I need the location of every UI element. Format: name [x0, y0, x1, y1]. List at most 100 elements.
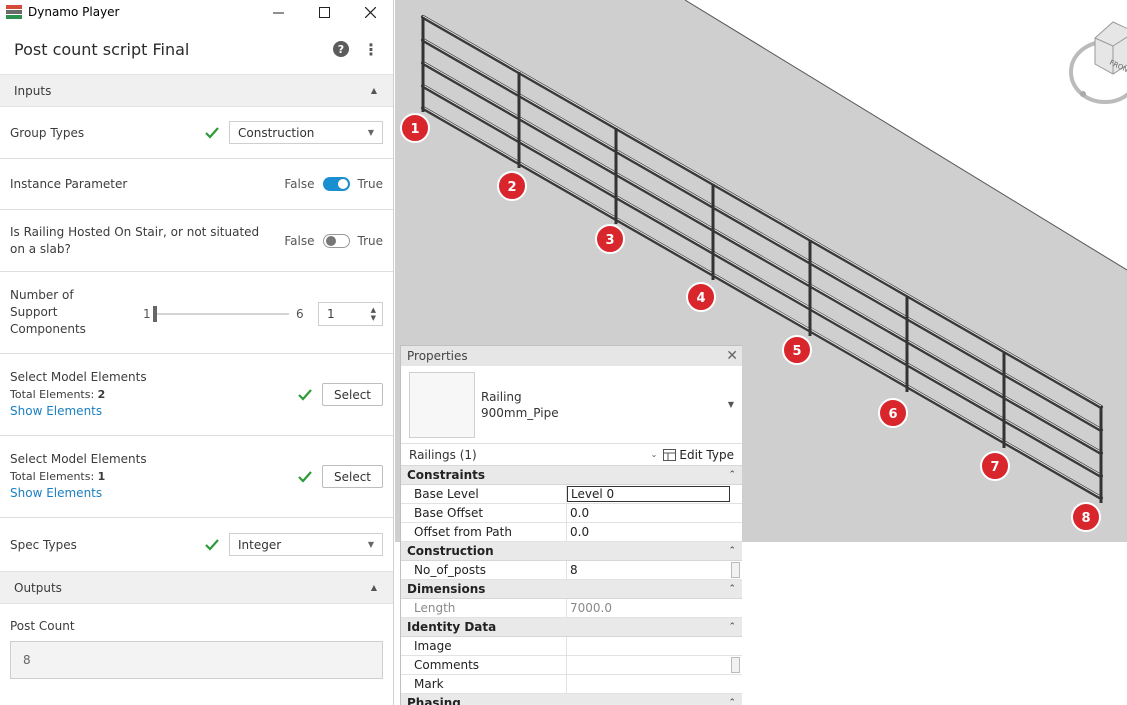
property-row: No_of_posts 8	[401, 561, 742, 580]
help-icon[interactable]: ?	[333, 41, 349, 57]
group-types-value: Construction	[238, 125, 315, 140]
group-label: Phasing	[407, 696, 461, 705]
check-icon	[298, 388, 312, 401]
maximize-icon	[318, 6, 330, 18]
true-label: True	[357, 233, 384, 248]
show-elements-link[interactable]: Show Elements	[10, 403, 147, 420]
viewcube[interactable]: FRONT	[1069, 21, 1127, 104]
comments-field[interactable]	[567, 656, 742, 674]
post-marker: 6	[878, 398, 908, 428]
inputs-label: Inputs	[14, 83, 52, 98]
offset-path-field[interactable]: 0.0	[567, 523, 742, 541]
property-row: Base Level Level 0	[401, 485, 742, 504]
select-button[interactable]: Select	[322, 383, 383, 406]
property-name: Image	[401, 637, 567, 655]
post-marker: 7	[980, 451, 1010, 481]
player-titlebar: Dynamo Player	[0, 0, 393, 24]
edit-type-label: Edit Type	[679, 447, 734, 462]
slider-track[interactable]	[154, 313, 289, 315]
group-identity-data[interactable]: Identity Data ⌃	[401, 618, 742, 637]
group-phasing[interactable]: Phasing ⌃	[401, 694, 742, 705]
property-row: Offset from Path 0.0	[401, 523, 742, 542]
mark-field[interactable]	[567, 675, 742, 693]
type-name: 900mm_Pipe	[481, 405, 559, 420]
field-browse-button[interactable]	[731, 562, 740, 578]
close-icon[interactable]: ✕	[726, 348, 738, 364]
window-title: Dynamo Player	[28, 5, 120, 19]
inputs-section-header[interactable]: Inputs ▲	[0, 74, 393, 107]
collapse-caret-icon: ▲	[370, 86, 377, 95]
spec-types-row: Spec Types Integer ▼	[0, 518, 393, 571]
post-marker: 4	[686, 282, 716, 312]
property-row: Base Offset 0.0	[401, 504, 742, 523]
instance-parameter-toggle[interactable]	[322, 177, 350, 191]
support-components-stepper[interactable]: 1 ▲ ▼	[318, 302, 383, 326]
instance-parameter-label: Instance Parameter	[10, 177, 128, 191]
property-row: Image	[401, 637, 742, 656]
stepper-up-icon[interactable]: ▲	[371, 306, 376, 314]
hosted-on-stair-label: Is Railing Hosted On Stair, or not situa…	[10, 224, 260, 256]
group-types-dropdown[interactable]: Construction ▼	[229, 121, 383, 144]
post-marker: 5	[782, 335, 812, 365]
post-marker: 3	[595, 224, 625, 254]
group-label: Construction	[407, 544, 494, 558]
properties-titlebar: Properties ✕	[401, 346, 742, 366]
property-row: Comments	[401, 656, 742, 675]
group-label: Constraints	[407, 468, 486, 482]
check-icon	[205, 538, 219, 551]
base-offset-field[interactable]: 0.0	[567, 504, 742, 522]
slider-thumb[interactable]	[153, 306, 157, 322]
post-marker: 2	[497, 171, 527, 201]
field-browse-button[interactable]	[731, 657, 740, 673]
chevron-down-icon: ▼	[367, 128, 374, 137]
post-marker-label: 7	[990, 460, 999, 475]
hosted-on-stair-row: Is Railing Hosted On Stair, or not situa…	[0, 210, 393, 272]
slider-max-label: 6	[296, 307, 304, 321]
chevron-down-icon[interactable]: ⌄	[651, 450, 658, 459]
total-elements-label: Total Elements:	[10, 470, 95, 483]
close-window-button[interactable]	[347, 0, 393, 24]
family-name: Railing	[481, 389, 522, 404]
true-label: True	[357, 177, 384, 191]
post-marker-label: 5	[792, 344, 801, 359]
instance-filter-dropdown[interactable]: Railings (1)	[409, 448, 477, 462]
edit-type-button[interactable]: Edit Type	[663, 448, 734, 462]
instance-parameter-row: Instance Parameter False True	[0, 159, 393, 210]
hosted-on-stair-toggle[interactable]	[322, 233, 350, 248]
base-level-field[interactable]: Level 0	[567, 486, 730, 502]
type-selector[interactable]: Railing 900mm_Pipe ▼	[401, 366, 742, 444]
properties-title: Properties	[407, 349, 468, 363]
minimize-icon	[272, 12, 284, 13]
support-components-label: Number of Support Components	[10, 288, 86, 336]
false-label: False	[284, 233, 315, 248]
false-label: False	[284, 177, 315, 191]
maximize-button[interactable]	[301, 0, 347, 24]
script-title: Post count script Final	[14, 39, 190, 59]
edit-type-icon	[663, 448, 677, 461]
group-construction[interactable]: Construction ⌃	[401, 542, 742, 561]
property-row: Length 7000.0	[401, 599, 742, 618]
property-name: Comments	[401, 656, 567, 674]
collapse-icon: ⌃	[728, 622, 736, 632]
property-name: No_of_posts	[401, 561, 567, 579]
select-button[interactable]: Select	[322, 465, 383, 488]
stepper-down-icon[interactable]: ▼	[371, 314, 376, 322]
more-options-icon[interactable]: ⋮	[363, 40, 379, 59]
collapse-icon: ⌃	[728, 546, 736, 556]
image-field[interactable]	[567, 637, 742, 655]
close-icon	[364, 6, 376, 18]
group-constraints[interactable]: Constraints ⌃	[401, 466, 742, 485]
length-field: 7000.0	[570, 601, 612, 615]
group-dimensions[interactable]: Dimensions ⌃	[401, 580, 742, 599]
total-elements-label: Total Elements:	[10, 388, 95, 401]
property-name: Mark	[401, 675, 567, 693]
outputs-section-header[interactable]: Outputs ▲	[0, 571, 393, 604]
dynamo-player-panel: Dynamo Player Post count script Final ? …	[0, 0, 394, 705]
spec-types-dropdown[interactable]: Integer ▼	[229, 533, 383, 556]
type-preview-image	[409, 371, 475, 438]
minimize-button[interactable]	[255, 0, 301, 24]
check-icon	[205, 126, 219, 139]
show-elements-link[interactable]: Show Elements	[10, 485, 147, 502]
select-elements-label: Select Model Elements	[10, 452, 147, 466]
no-of-posts-field[interactable]: 8	[567, 561, 742, 579]
